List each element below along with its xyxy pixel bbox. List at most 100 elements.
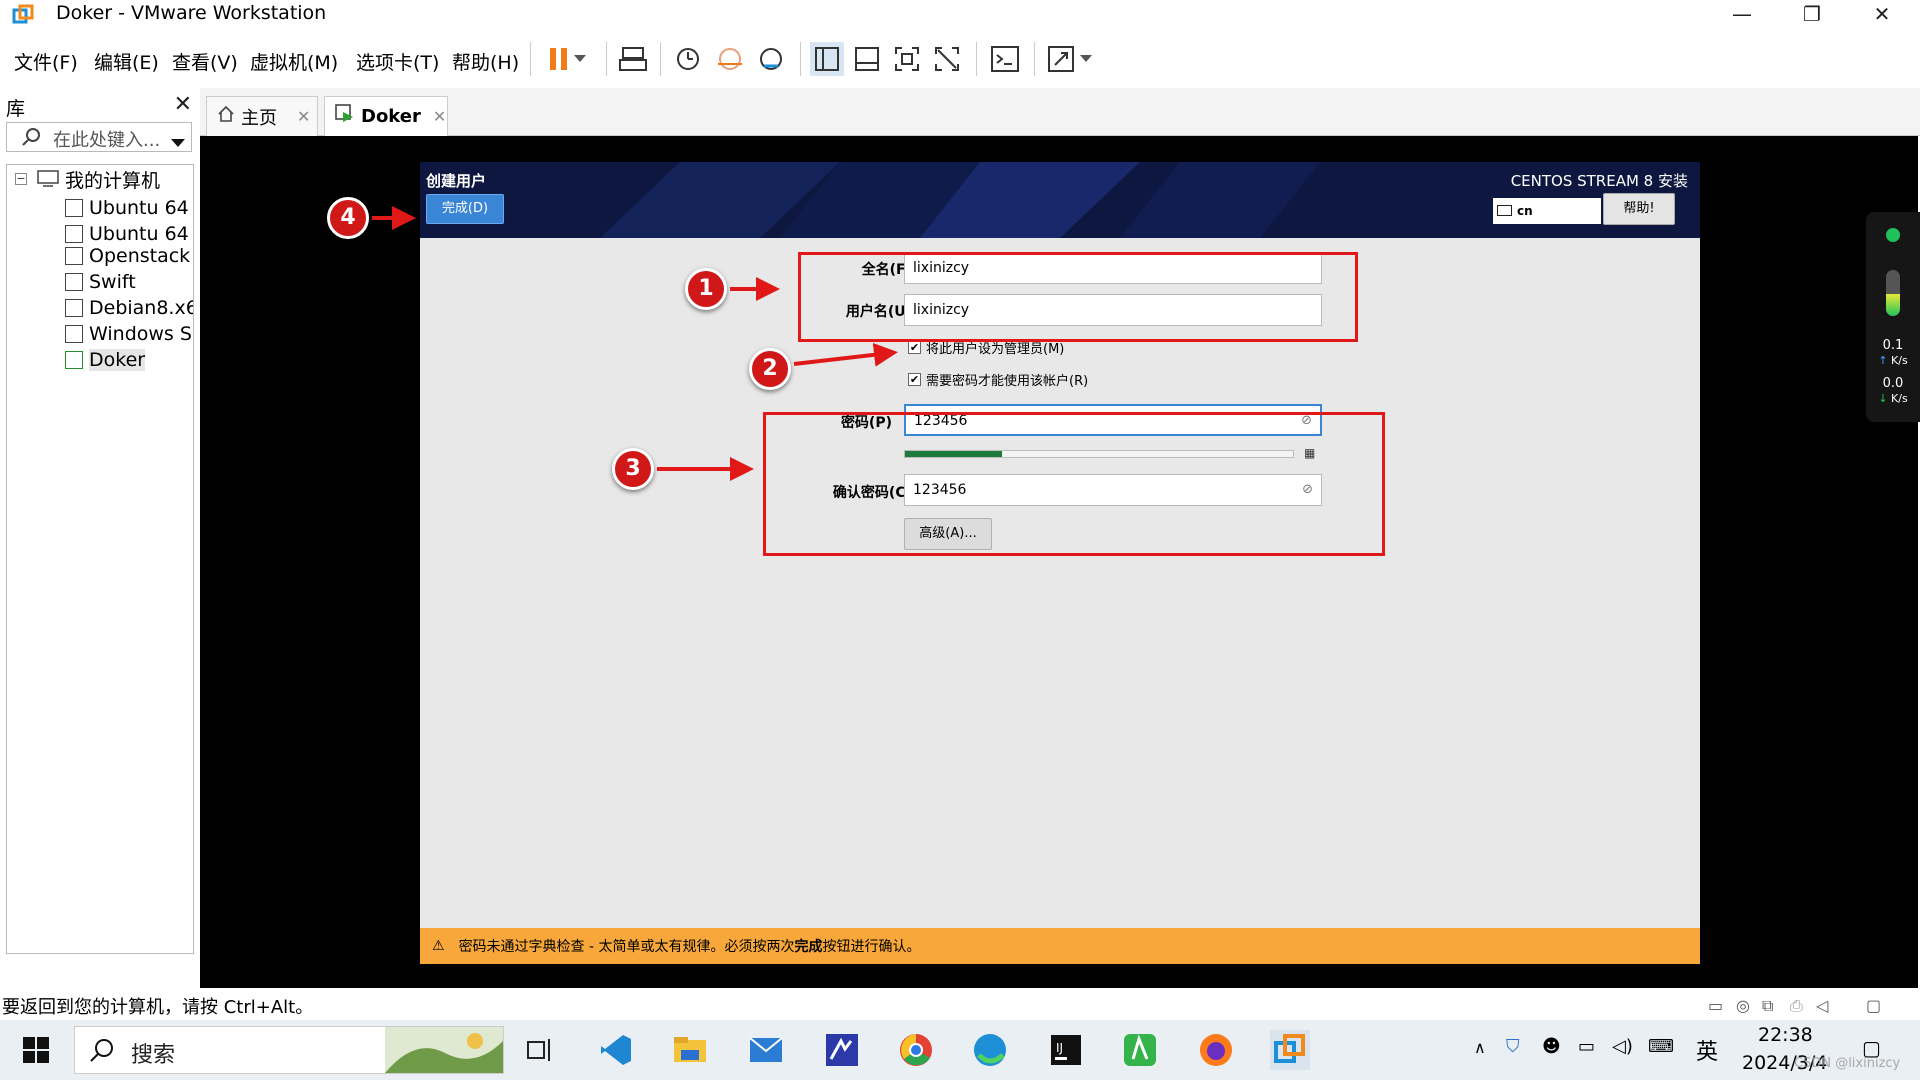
printer-icon[interactable]: ⎙ (1790, 996, 1803, 1016)
sound-icon[interactable]: ◁ (1816, 996, 1828, 1015)
tab-home[interactable]: 主页 ✕ (206, 96, 318, 136)
toolbar-separator (530, 42, 531, 76)
toolbar-separator (1034, 42, 1035, 76)
memory-gauge-fill (1886, 294, 1900, 316)
keyboard-icon (1497, 205, 1512, 216)
task-view-icon[interactable] (520, 1030, 560, 1070)
library-search[interactable]: 在此处键入... (6, 122, 192, 152)
network-adapter-icon[interactable]: ⧉ (1762, 996, 1773, 1016)
fullscreen-icon[interactable] (890, 42, 924, 76)
tree-item-vm[interactable]: Windows Server (65, 323, 193, 349)
app-green-icon[interactable] (1120, 1030, 1160, 1070)
qq-icon[interactable]: ☻ (1542, 1036, 1561, 1057)
unity-icon[interactable] (930, 42, 964, 76)
library-title: 库 (6, 98, 26, 120)
library-tree: − 我的计算机 Ubuntu 64 位 Ubuntu 64 位 Openstac… (6, 164, 194, 954)
chevron-down-icon[interactable] (568, 42, 592, 76)
shield-icon[interactable]: ⛉ (1506, 1036, 1520, 1057)
menu-tabs[interactable]: 选项卡(T) (356, 48, 439, 75)
clock-time[interactable]: 22:38 (1758, 1024, 1813, 1046)
annotation-arrows (372, 206, 898, 481)
tab-doker[interactable]: Doker ✕ (324, 96, 448, 136)
snapshot-manager-icon[interactable] (754, 42, 788, 76)
ime-indicator[interactable]: 英 (1696, 1034, 1718, 1066)
vmware-logo-icon (12, 4, 34, 24)
hard-disk-icon[interactable]: ▭ (1708, 996, 1723, 1015)
chevron-down-icon[interactable] (171, 133, 185, 152)
file-explorer-icon[interactable] (670, 1030, 710, 1070)
menu-vm[interactable]: 虚拟机(M) (250, 48, 338, 75)
battery-icon[interactable]: ▭ (1578, 1036, 1595, 1057)
library-search-input[interactable]: 在此处键入... (53, 126, 160, 152)
thumbnail-view-icon[interactable] (850, 42, 884, 76)
send-keys-icon[interactable] (616, 42, 650, 76)
search-icon (89, 1037, 115, 1067)
close-icon[interactable]: ✕ (297, 107, 310, 126)
mail-icon[interactable] (746, 1030, 786, 1070)
vm-running-icon (335, 104, 355, 129)
help-button[interactable]: 帮助! (1603, 193, 1675, 225)
firefox-icon[interactable] (1196, 1030, 1236, 1070)
upload-speed: 0.1 (1882, 338, 1904, 353)
taskbar-search-input[interactable]: 搜索 (131, 1037, 175, 1069)
vmware-taskbar-icon[interactable] (1270, 1030, 1310, 1070)
stretch-icon[interactable] (1044, 42, 1078, 76)
intellij-icon[interactable]: IJ (1046, 1030, 1086, 1070)
tree-item-vm[interactable]: Ubuntu 64 位 (65, 219, 193, 245)
window-title: Doker - VMware Workstation (56, 2, 327, 24)
collapse-icon[interactable]: − (15, 173, 27, 185)
download-unit: ↓ K/s (1878, 392, 1908, 405)
close-icon[interactable]: ✕ (433, 107, 446, 126)
notification-icon[interactable]: ▢ (1862, 1036, 1881, 1060)
message-icon[interactable]: ▢ (1866, 996, 1881, 1015)
home-icon (217, 105, 235, 128)
menu-edit[interactable]: 编辑(E) (94, 48, 159, 75)
sidebar-view-icon[interactable] (810, 42, 844, 76)
menu-file[interactable]: 文件(F) (14, 48, 78, 75)
windows-start-icon[interactable] (16, 1030, 56, 1070)
status-hint: 要返回到您的计算机，请按 Ctrl+Alt。 (2, 997, 314, 1018)
taskbar-search[interactable]: 搜索 (74, 1026, 504, 1074)
vm-running-icon (65, 351, 83, 369)
edge-icon[interactable] (970, 1030, 1010, 1070)
tree-item-vm[interactable]: Debian8.x64 (65, 297, 193, 323)
tree-item-vm[interactable]: Openstack (65, 245, 193, 271)
cd-drive-icon[interactable]: ◎ (1736, 996, 1750, 1015)
vm-icon (65, 273, 83, 291)
toolbar-separator (800, 42, 801, 76)
chevron-down-icon[interactable] (1078, 42, 1094, 76)
volume-icon[interactable]: ◁) (1612, 1036, 1633, 1057)
watermark: CSDN @lixinizcy (1794, 1056, 1901, 1071)
close-button[interactable]: ✕ (1852, 0, 1912, 28)
vm-icon (65, 247, 83, 265)
restore-button[interactable]: ❐ (1782, 0, 1842, 28)
library-close-button[interactable]: ✕ (174, 92, 192, 117)
tray-expand-icon[interactable]: ∧ (1474, 1038, 1486, 1057)
minimize-button[interactable]: — (1712, 0, 1772, 28)
status-bar: 要返回到您的计算机，请按 Ctrl+Alt。 ▭ ◎ ⧉ ⎙ ◁ ▢ (0, 990, 1920, 1020)
vscode-icon[interactable] (596, 1030, 636, 1070)
keyboard-icon[interactable]: ⌨ (1648, 1036, 1674, 1057)
revert-snapshot-icon[interactable] (712, 42, 746, 76)
vm-display[interactable]: 创建用户 完成(D) CENTOS STREAM 8 安装 cn 帮助! 全名(… (200, 136, 1918, 988)
network-monitor: 0.1 ↑ K/s 0.0 ↓ K/s (1866, 212, 1920, 422)
snapshot-icon[interactable] (670, 42, 704, 76)
pycharm-like-icon[interactable] (822, 1030, 862, 1070)
vm-icon (65, 299, 83, 317)
tree-item-vm[interactable]: Ubuntu 64 位 (65, 193, 193, 219)
tree-item-vm[interactable]: Swift (65, 271, 193, 297)
tree-item-doker[interactable]: Doker (65, 349, 193, 375)
vm-icon (65, 225, 83, 243)
toolbar-separator (976, 42, 977, 76)
tree-root-my-computer[interactable]: 我的计算机 (65, 166, 160, 193)
library-panel: 库 ✕ 在此处键入... − 我的计算机 Ubuntu 64 位 Ubuntu … (0, 88, 198, 1068)
menu-view[interactable]: 查看(V) (172, 48, 238, 75)
console-icon[interactable] (988, 42, 1022, 76)
keyboard-layout[interactable]: cn (1493, 198, 1601, 224)
chrome-icon[interactable] (896, 1030, 936, 1070)
computer-icon (37, 170, 59, 192)
search-highlight-image (385, 1027, 503, 1073)
menu-help[interactable]: 帮助(H) (452, 48, 519, 75)
menu-toolbar: 文件(F) 编辑(E) 查看(V) 虚拟机(M) 选项卡(T) 帮助(H) (0, 36, 1920, 84)
windows-taskbar: 搜索 IJ ∧ ⛉ ☻ ▭ ◁) ⌨ 英 22:38 2024/3/4 CSDN… (0, 1020, 1920, 1080)
